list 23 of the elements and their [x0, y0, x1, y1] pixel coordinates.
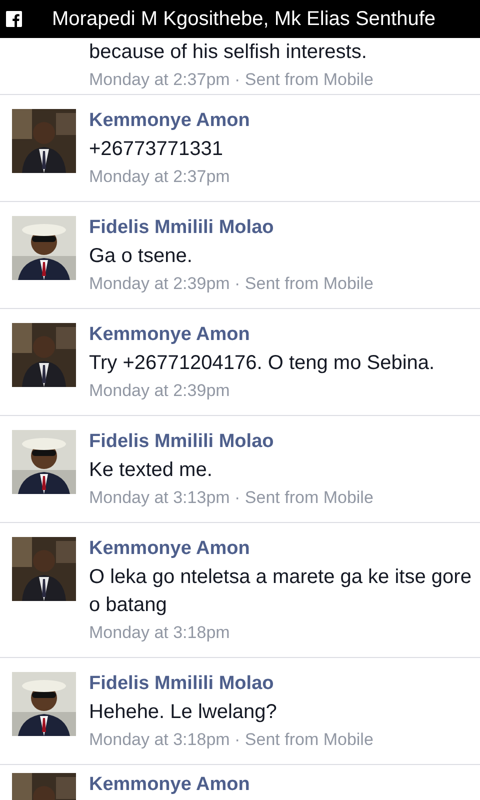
- sender-name[interactable]: Fidelis Mmilili Molao: [89, 428, 374, 456]
- message-timestamp: Monday at 2:39pm: [89, 380, 231, 402]
- message-text: O leka go nteletsa a marete ga ke itse gore o batang: [89, 565, 472, 618]
- message-text: because of his selfish interests.: [89, 40, 368, 65]
- message-text: Try +26771204176. O teng mo Sebina.: [89, 351, 435, 376]
- sender-name[interactable]: Fidelis Mmilili Molao: [89, 670, 374, 698]
- sender-name[interactable]: Kemmonye Amon: [89, 321, 435, 349]
- sender-name[interactable]: Fidelis Mmilili Molao: [89, 214, 374, 242]
- message-timestamp: Monday at 2:37pm · Sent from Mobile: [89, 69, 374, 91]
- message-timestamp: Monday at 3:18pm: [89, 622, 231, 644]
- message-text: Hehehe. Le lwelang?: [89, 700, 278, 725]
- message-text: Ga o tsene.: [89, 244, 194, 269]
- sender-name[interactable]: Kemmonye Amon: [89, 535, 472, 563]
- message-timestamp: Monday at 2:39pm · Sent from Mobile: [89, 273, 374, 295]
- facebook-icon: [6, 11, 22, 27]
- message-text: +26773771331: [89, 137, 224, 162]
- sender-name[interactable]: Kemmonye Amon: [89, 771, 250, 799]
- sender-name[interactable]: Kemmonye Amon: [89, 107, 250, 135]
- message-timestamp: Monday at 2:37pm: [89, 166, 231, 188]
- message-timestamp: Monday at 3:13pm · Sent from Mobile: [89, 487, 374, 509]
- message-text: Ke texted me.: [89, 458, 214, 483]
- conversation-title: Morapedi M Kgosithebe, Mk Elias Senthufe: [52, 7, 436, 32]
- message-timestamp: Monday at 3:18pm · Sent from Mobile: [89, 729, 374, 751]
